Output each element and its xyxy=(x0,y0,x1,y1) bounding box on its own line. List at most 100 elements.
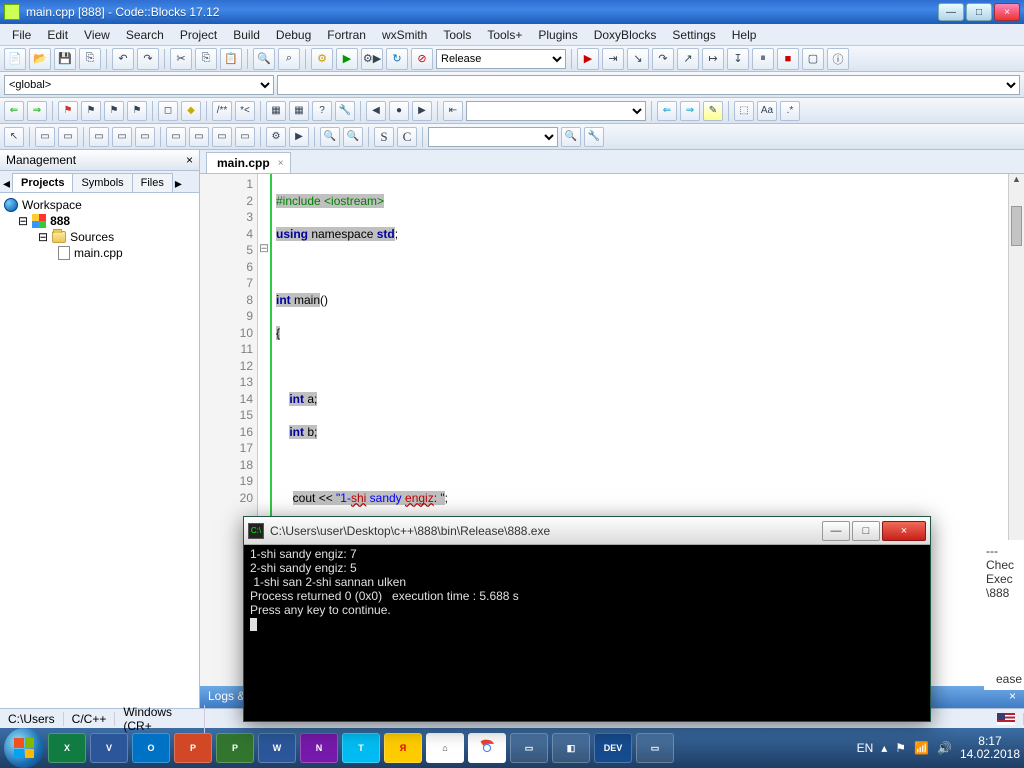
menu-help[interactable]: Help xyxy=(724,26,765,44)
tray-up-icon[interactable]: ▴ xyxy=(881,741,887,755)
c-icon[interactable]: C xyxy=(397,127,417,147)
box9-icon[interactable]: ▭ xyxy=(235,127,255,147)
scope-select[interactable]: <global> xyxy=(4,75,274,95)
task-powerpoint-icon[interactable]: P xyxy=(174,733,212,763)
tab-next-icon[interactable]: ▸ xyxy=(172,175,185,192)
close-button[interactable]: × xyxy=(994,3,1020,21)
nav-prev-icon[interactable]: ◀ xyxy=(366,101,386,121)
tree-sources-folder[interactable]: ⊟Sources xyxy=(4,229,195,245)
box6-icon[interactable]: ▭ xyxy=(166,127,186,147)
menu-doxyblocks[interactable]: DoxyBlocks xyxy=(586,26,665,44)
debug-windows-icon[interactable]: ▢ xyxy=(802,48,824,70)
tree-workspace[interactable]: Workspace xyxy=(4,197,195,213)
run-to-cursor-icon[interactable]: ⇥ xyxy=(602,48,624,70)
run-icon[interactable]: ▶ xyxy=(336,48,358,70)
build-target-select[interactable]: Release xyxy=(436,49,566,69)
menu-file[interactable]: File xyxy=(4,26,39,44)
settings-icon[interactable]: 🔧 xyxy=(584,127,604,147)
build-icon[interactable]: ⚙ xyxy=(311,48,333,70)
bookmark-next-icon[interactable]: ⚑ xyxy=(104,101,124,121)
comment-line-icon[interactable]: *< xyxy=(235,101,255,121)
back-icon[interactable]: ⇐ xyxy=(4,101,24,121)
find-icon[interactable]: 🔍 xyxy=(253,48,275,70)
task-devcpp-icon[interactable]: DEV xyxy=(594,733,632,763)
doxy-html-icon[interactable]: ▦ xyxy=(289,101,309,121)
menu-project[interactable]: Project xyxy=(172,26,225,44)
bookmark-clear-icon[interactable]: ⚑ xyxy=(127,101,147,121)
box4-icon[interactable]: ▭ xyxy=(112,127,132,147)
cursor-icon[interactable]: ↖ xyxy=(4,127,24,147)
box5-icon[interactable]: ▭ xyxy=(135,127,155,147)
tray-clock[interactable]: 8:17 14.02.2018 xyxy=(960,735,1020,761)
hl-next-icon[interactable]: ⇒ xyxy=(680,101,700,121)
task-excel-icon[interactable]: X xyxy=(48,733,86,763)
cut-icon[interactable]: ✂ xyxy=(170,48,192,70)
bookmark-toggle-icon[interactable]: ⚑ xyxy=(58,101,78,121)
tab-files[interactable]: Files xyxy=(132,173,173,192)
copy-icon[interactable]: ⎘ xyxy=(195,48,217,70)
zoom-in-icon[interactable]: 🔍 xyxy=(320,127,340,147)
regex-icon[interactable]: .* xyxy=(780,101,800,121)
menu-tools[interactable]: Tools xyxy=(435,26,479,44)
task-project-icon[interactable]: P xyxy=(216,733,254,763)
menu-toolsplus[interactable]: Tools+ xyxy=(479,26,530,44)
doxy-cfg-icon[interactable]: 🔧 xyxy=(335,101,355,121)
console-close-button[interactable]: × xyxy=(882,521,926,541)
nav-next-icon[interactable]: ▶ xyxy=(412,101,432,121)
box1-icon[interactable]: ▭ xyxy=(35,127,55,147)
task-outlook-icon[interactable]: O xyxy=(132,733,170,763)
search-history-select[interactable] xyxy=(466,101,646,121)
task-paint-icon[interactable]: ◧ xyxy=(552,733,590,763)
console-maximize-button[interactable]: □ xyxy=(852,521,880,541)
tab-symbols[interactable]: Symbols xyxy=(72,173,132,192)
s-icon[interactable]: S xyxy=(374,127,394,147)
zoom-out-icon[interactable]: 🔍 xyxy=(343,127,363,147)
new-file-icon[interactable]: 📄 xyxy=(4,48,26,70)
start-button[interactable] xyxy=(4,728,44,768)
refresh-icon[interactable]: 🔍 xyxy=(561,127,581,147)
redo-icon[interactable]: ↷ xyxy=(137,48,159,70)
box2-icon[interactable]: ▭ xyxy=(58,127,78,147)
task-chrome-icon[interactable] xyxy=(468,733,506,763)
scroll-up-icon[interactable]: ▲ xyxy=(1009,174,1024,190)
doxy-chm-icon[interactable]: ? xyxy=(312,101,332,121)
rebuild-icon[interactable]: ↻ xyxy=(386,48,408,70)
minimize-button[interactable]: — xyxy=(938,3,964,21)
nav-stop-icon[interactable]: ● xyxy=(389,101,409,121)
break-icon[interactable]: ⏸ xyxy=(752,48,774,70)
tray-volume-icon[interactable]: 🔊 xyxy=(937,741,952,755)
step-over-icon[interactable]: ↷ xyxy=(652,48,674,70)
task-explorer-icon[interactable]: ⌂ xyxy=(426,733,464,763)
step-out-icon[interactable]: ↗ xyxy=(677,48,699,70)
paste-icon[interactable]: 📋 xyxy=(220,48,242,70)
tray-network-icon[interactable]: 📶 xyxy=(914,741,929,755)
menu-debug[interactable]: Debug xyxy=(268,26,319,44)
tray-lang[interactable]: EN xyxy=(857,741,874,755)
tree-file-maincpp[interactable]: main.cpp xyxy=(4,245,195,261)
symbol-select[interactable] xyxy=(277,75,1020,95)
menu-fortran[interactable]: Fortran xyxy=(319,26,374,44)
task-visio-icon[interactable]: V xyxy=(90,733,128,763)
doxy1-icon[interactable]: ◻ xyxy=(158,101,178,121)
select-icon[interactable]: ⬚ xyxy=(734,101,754,121)
step-into-icon[interactable]: ↘ xyxy=(627,48,649,70)
maximize-button[interactable]: □ xyxy=(966,3,992,21)
task-telegram-icon[interactable]: T xyxy=(342,733,380,763)
logs-close-icon[interactable]: × xyxy=(1009,689,1016,705)
replace-icon[interactable]: ⌕ xyxy=(278,48,300,70)
task-yandex-icon[interactable]: Я xyxy=(384,733,422,763)
step-instr-icon[interactable]: ↧ xyxy=(727,48,749,70)
build-run-icon[interactable]: ⚙▶ xyxy=(361,48,383,70)
hl-prev-icon[interactable]: ⇐ xyxy=(657,101,677,121)
task-folder-icon[interactable]: ▭ xyxy=(510,733,548,763)
task-onenote-icon[interactable]: N xyxy=(300,733,338,763)
extra-select[interactable] xyxy=(428,127,558,147)
task-codeblocks-icon[interactable]: ▭ xyxy=(636,733,674,763)
console-titlebar[interactable]: C:\ C:\Users\user\Desktop\c++\888\bin\Re… xyxy=(244,517,930,545)
box7-icon[interactable]: ▭ xyxy=(189,127,209,147)
editor-tab-maincpp[interactable]: main.cpp × xyxy=(206,152,291,173)
menu-plugins[interactable]: Plugins xyxy=(530,26,585,44)
task-word-icon[interactable]: W xyxy=(258,733,296,763)
tray-flag-icon[interactable]: ⚑ xyxy=(895,741,906,755)
save-icon[interactable]: 💾 xyxy=(54,48,76,70)
